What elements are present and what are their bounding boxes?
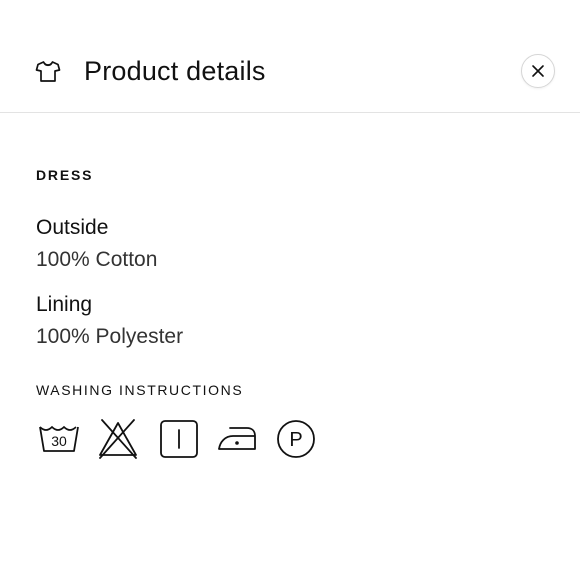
no-bleach-icon: [97, 418, 139, 460]
material-value-lining: 100% Polyester: [36, 325, 184, 348]
material-heading-lining: Lining: [36, 293, 93, 316]
material-heading-outside: Outside: [36, 216, 109, 239]
tshirt-icon: [34, 58, 62, 84]
tumble-dry-icon: [158, 418, 200, 460]
svg-text:30: 30: [51, 433, 67, 449]
svg-text:P: P: [289, 429, 302, 451]
modal-header: Product details: [0, 0, 580, 113]
wash-30-icon: 30: [38, 418, 80, 460]
material-value-outside: 100% Cotton: [36, 248, 158, 271]
section-label-dress: DRESS: [36, 167, 94, 183]
section-label-washing: WASHING INSTRUCTIONS: [36, 382, 244, 398]
dry-clean-p-icon: P: [275, 418, 317, 460]
page-title: Product details: [84, 56, 266, 86]
care-icons-row: 30 P: [38, 418, 338, 460]
iron-low-icon: [216, 418, 258, 460]
close-icon: [531, 64, 545, 78]
close-button[interactable]: [521, 54, 555, 88]
